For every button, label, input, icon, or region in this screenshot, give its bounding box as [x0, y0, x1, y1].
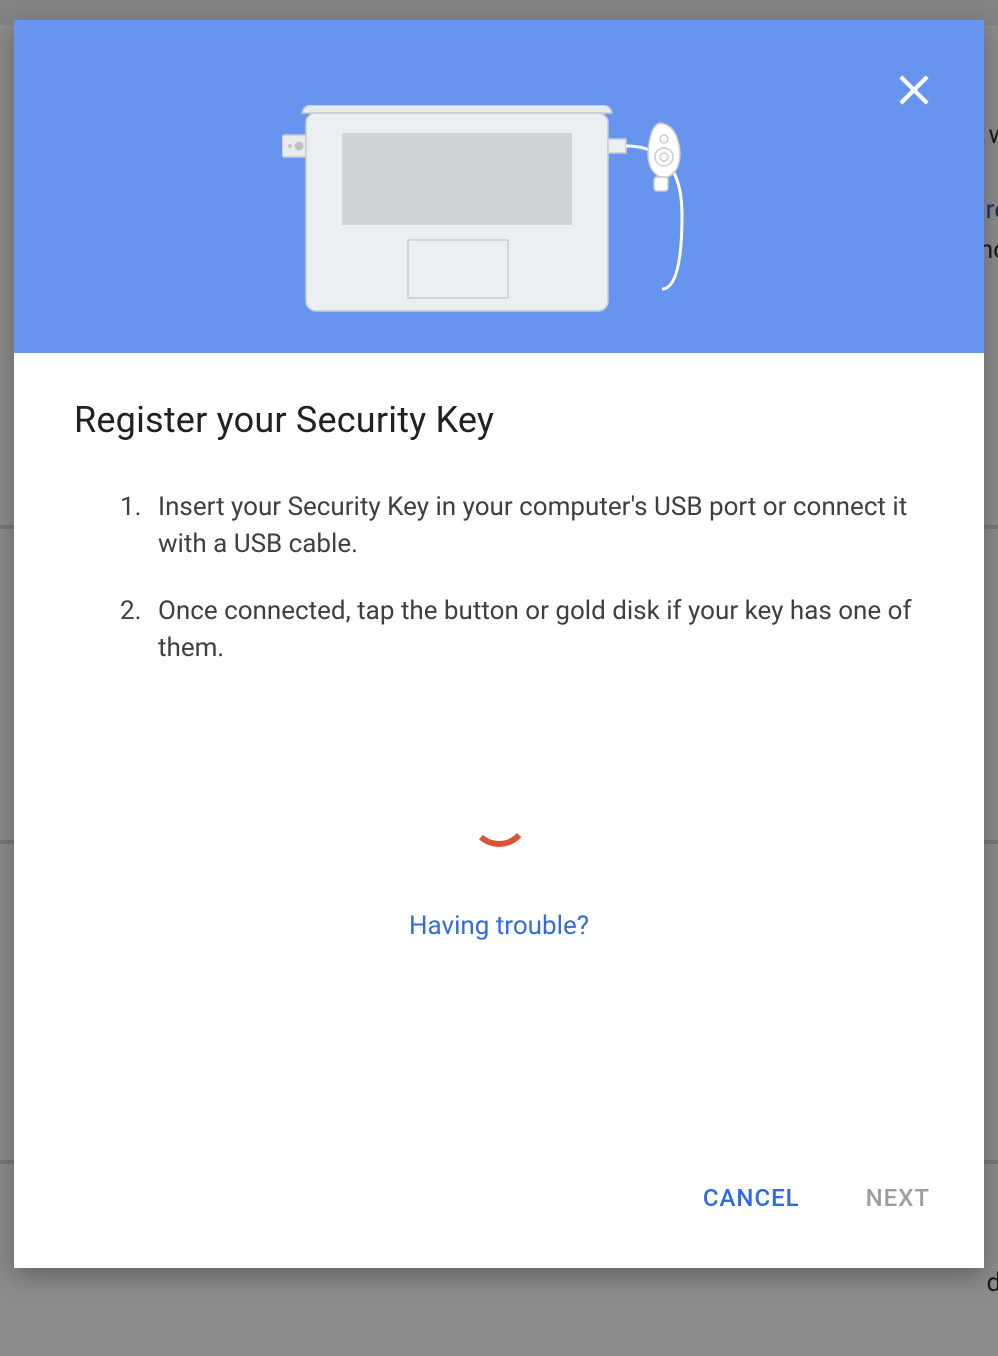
next-button[interactable]: NEXT — [860, 1176, 936, 1220]
step-number: 1. — [120, 489, 141, 526]
step-text: Once connected, tap the button or gold d… — [158, 596, 912, 663]
step-text: Insert your Security Key in your compute… — [158, 492, 907, 559]
loading-spinner-icon — [467, 785, 530, 848]
dialog-title: Register your Security Key — [74, 399, 934, 441]
instruction-step: 1. Insert your Security Key in your comp… — [120, 489, 934, 563]
waiting-indicator — [64, 787, 934, 851]
having-trouble-link[interactable]: Having trouble? — [409, 911, 589, 941]
dialog-footer: CANCEL NEXT — [14, 1158, 984, 1268]
instruction-list: 1. Insert your Security Key in your comp… — [64, 489, 934, 667]
dialog-hero — [14, 20, 984, 353]
laptop-security-key-illustration — [282, 105, 694, 319]
step-number: 2. — [120, 593, 141, 630]
cancel-button[interactable]: CANCEL — [697, 1176, 806, 1220]
dialog-body: Register your Security Key 1. Insert you… — [14, 353, 984, 1158]
instruction-step: 2. Once connected, tap the button or gol… — [120, 593, 934, 667]
close-button[interactable] — [894, 70, 934, 110]
close-icon — [894, 70, 934, 110]
help-link-row: Having trouble? — [64, 911, 934, 941]
register-security-key-dialog: Register your Security Key 1. Insert you… — [14, 20, 984, 1268]
